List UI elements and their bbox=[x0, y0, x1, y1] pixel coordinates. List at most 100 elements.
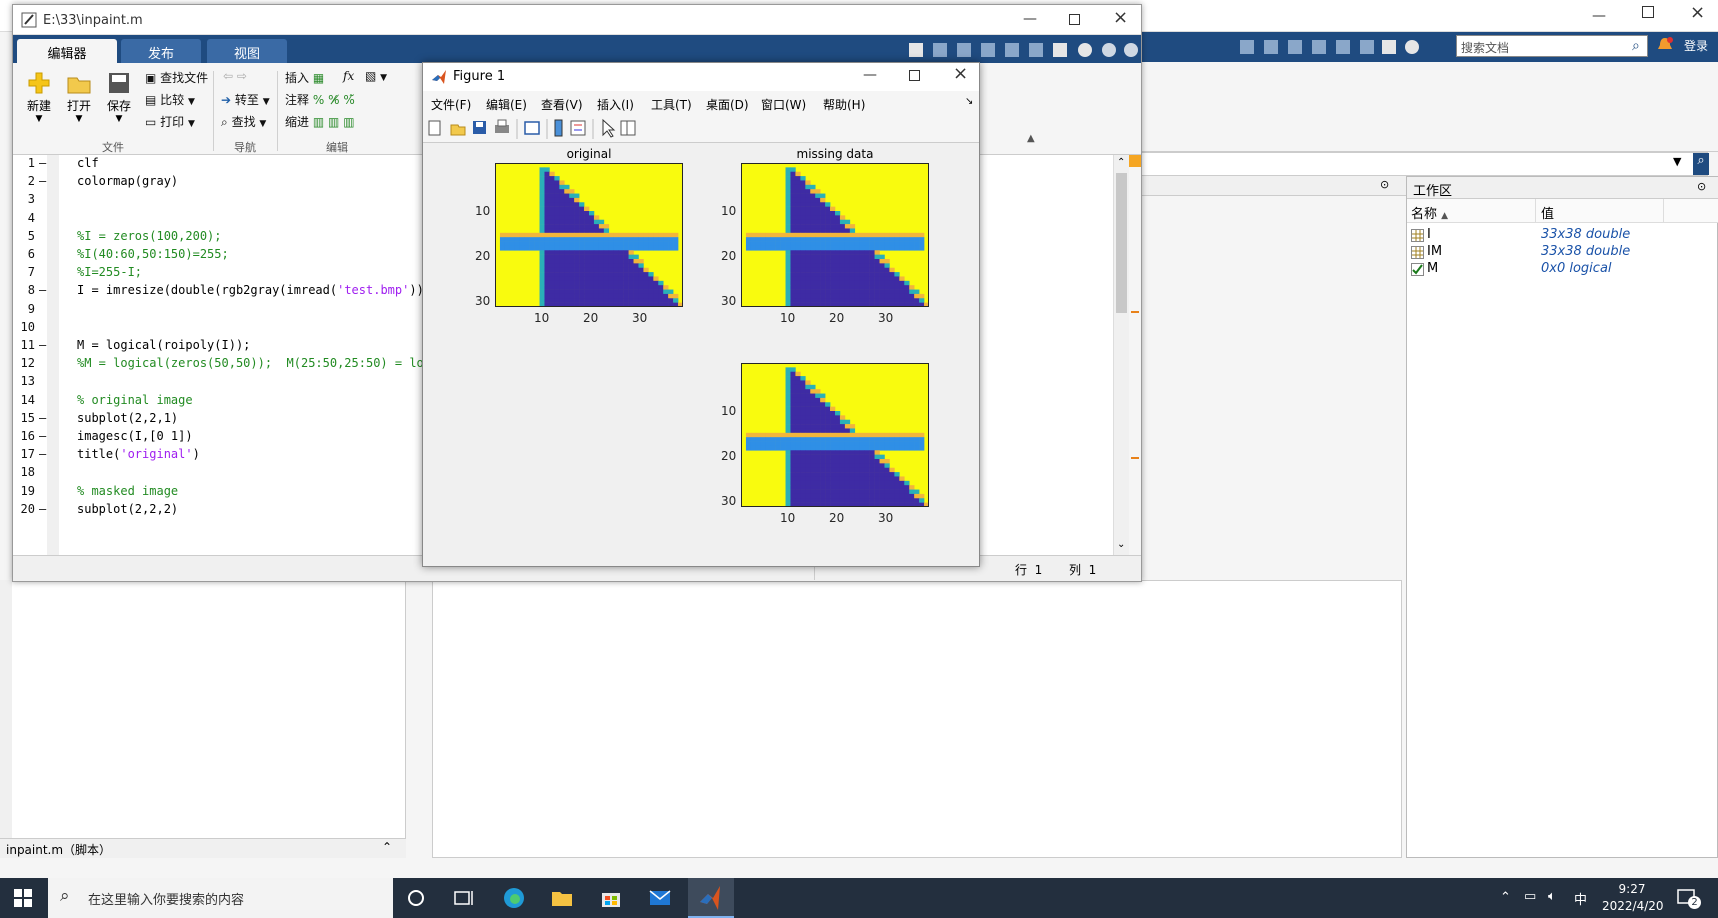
panel-menu-icon[interactable]: ⊙ bbox=[1380, 178, 1389, 191]
line-number[interactable]: 9 bbox=[13, 302, 35, 316]
menu-desktop[interactable]: 桌面(D) bbox=[706, 96, 749, 113]
line-number[interactable]: 3 bbox=[13, 192, 35, 206]
breakpoint-dash[interactable]: – bbox=[39, 156, 46, 170]
goto-button[interactable]: ➔ 转至 ▼ bbox=[221, 91, 270, 108]
code-line[interactable]: %I(40:60,50:150)=255; bbox=[77, 247, 229, 261]
line-number[interactable]: 14 bbox=[13, 393, 35, 407]
line-number[interactable]: 13 bbox=[13, 374, 35, 388]
editor-minimize-icon[interactable]: — bbox=[1023, 11, 1037, 27]
login-button[interactable]: 登录 bbox=[1684, 37, 1708, 54]
taskbar-search-box[interactable]: ⌕ 在这里输入你要搜索的内容 bbox=[48, 878, 393, 918]
scroll-thumb[interactable] bbox=[1116, 173, 1127, 313]
notification-center-icon[interactable]: 2 bbox=[1676, 888, 1702, 910]
windows-start-icon[interactable] bbox=[14, 889, 32, 907]
menu-view[interactable]: 查看(V) bbox=[541, 96, 583, 113]
code-line[interactable]: colormap(gray) bbox=[77, 174, 178, 188]
code-line[interactable]: subplot(2,2,1) bbox=[77, 411, 178, 425]
image-axes-missing-data[interactable] bbox=[741, 163, 929, 307]
menu-tools[interactable]: 工具(T) bbox=[651, 96, 692, 113]
line-number[interactable]: 15 bbox=[13, 411, 35, 425]
scroll-down-icon[interactable]: ⌄ bbox=[1117, 539, 1125, 550]
volume-icon[interactable]: 🔈︎ bbox=[1548, 889, 1556, 904]
store-icon[interactable] bbox=[599, 886, 623, 910]
breakpoint-dash[interactable]: – bbox=[39, 338, 46, 352]
compare-button[interactable]: ▤ 比较 ▼ bbox=[145, 91, 195, 108]
new-button[interactable]: 新建 ▼ bbox=[19, 69, 59, 124]
line-number[interactable]: 2 bbox=[13, 174, 35, 188]
warning-marker[interactable] bbox=[1131, 311, 1139, 313]
code-line[interactable]: I = imresize(double(rgb2gray(imread('tes… bbox=[77, 283, 438, 297]
breakpoint-dash[interactable]: – bbox=[39, 447, 46, 461]
notification-icon[interactable] bbox=[1656, 36, 1674, 54]
doc-search-input[interactable]: 搜索文档 bbox=[1456, 35, 1648, 57]
tab-view[interactable]: 视图 bbox=[207, 39, 287, 63]
figure-canvas[interactable]: original 10 20 30 10 20 30 missing data … bbox=[423, 143, 979, 566]
col-name-header[interactable]: 名称 ▲ bbox=[1411, 203, 1448, 222]
quick-access-toolbar[interactable] bbox=[1140, 38, 1420, 56]
editor-quick-access[interactable] bbox=[903, 41, 1139, 59]
code-line[interactable]: subplot(2,2,2) bbox=[77, 502, 178, 516]
find-files-button[interactable]: ▣ 查找文件 bbox=[145, 69, 208, 86]
minimize-icon[interactable]: — bbox=[1592, 8, 1606, 24]
browse-search-icon[interactable]: ⌕ bbox=[1693, 153, 1709, 175]
code-line[interactable]: title('original') bbox=[77, 447, 200, 461]
breakpoint-dash[interactable]: – bbox=[39, 174, 46, 188]
editor-title-bar[interactable]: E:\33\inpaint.m — × bbox=[13, 5, 1141, 35]
insert-button[interactable]: 插入 ▦ bbox=[285, 69, 324, 86]
analyzer-status-indicator[interactable] bbox=[1129, 155, 1141, 167]
line-number[interactable]: 18 bbox=[13, 465, 35, 479]
line-number[interactable]: 7 bbox=[13, 265, 35, 279]
current-folder-path[interactable]: ▼ ⌕ bbox=[1140, 152, 1709, 176]
line-number[interactable]: 5 bbox=[13, 229, 35, 243]
line-number[interactable]: 19 bbox=[13, 484, 35, 498]
mail-icon[interactable] bbox=[648, 886, 672, 910]
menu-dock-arrow-icon[interactable]: ↘ bbox=[965, 96, 973, 107]
workspace-row[interactable]: I 33x38 double bbox=[1407, 227, 1718, 244]
workspace-row[interactable]: M 0x0 logical bbox=[1407, 261, 1718, 278]
workspace-row[interactable]: IM 33x38 double bbox=[1407, 244, 1718, 261]
indent-button[interactable]: 缩进 ▥ ▥ ▥ bbox=[285, 113, 355, 130]
taskbar-clock[interactable]: 9:27 2022/4/20 bbox=[1602, 881, 1664, 915]
tab-editor[interactable]: 编辑器 bbox=[17, 39, 117, 63]
file-explorer-icon[interactable] bbox=[550, 886, 574, 910]
code-line[interactable]: M = logical(roipoly(I)); bbox=[77, 338, 250, 352]
column-divider[interactable] bbox=[1535, 199, 1536, 223]
find-button[interactable]: ⌕ 查找 ▼ bbox=[221, 113, 266, 130]
breakpoint-dash[interactable]: – bbox=[39, 429, 46, 443]
code-line[interactable]: %I=255-I; bbox=[77, 265, 142, 279]
tray-chevron-up-icon[interactable]: ⌃ bbox=[1500, 890, 1511, 905]
command-window[interactable] bbox=[432, 580, 1402, 858]
menu-edit[interactable]: 编辑(E) bbox=[486, 96, 527, 113]
print-button[interactable]: ▭ 打印 ▼ bbox=[145, 113, 195, 130]
editor-close-icon[interactable]: × bbox=[1113, 7, 1128, 28]
fx-button[interactable]: fx bbox=[343, 69, 354, 83]
menu-window[interactable]: 窗口(W) bbox=[761, 96, 806, 113]
line-number[interactable]: 10 bbox=[13, 320, 35, 334]
code-line[interactable]: imagesc(I,[0 1]) bbox=[77, 429, 193, 443]
line-number[interactable]: 17 bbox=[13, 447, 35, 461]
chevron-down-icon[interactable]: ▼ bbox=[1673, 155, 1681, 168]
image-axes-original[interactable] bbox=[495, 163, 683, 307]
close-icon[interactable]: × bbox=[1690, 2, 1705, 23]
image-axes-inpainted[interactable] bbox=[741, 363, 929, 507]
back-forward-arrows-icon[interactable]: ⇦ ⇨ bbox=[223, 69, 247, 83]
menu-file[interactable]: 文件(F) bbox=[431, 96, 471, 113]
maximize-icon[interactable] bbox=[1642, 6, 1654, 18]
line-number[interactable]: 20 bbox=[13, 502, 35, 516]
chevron-up-icon[interactable]: ⌃ bbox=[382, 840, 392, 854]
comment-button[interactable]: 注释 % %̸ %͂ bbox=[285, 91, 355, 108]
current-file-details[interactable]: inpaint.m（脚本） ⌃ bbox=[0, 838, 406, 858]
tab-publish[interactable]: 发布 bbox=[121, 39, 201, 63]
scroll-up-icon[interactable]: ⌃ bbox=[1117, 157, 1125, 168]
breakpoint-dash[interactable]: – bbox=[39, 411, 46, 425]
figure-title-bar[interactable]: Figure 1 — × bbox=[423, 63, 979, 91]
code-line[interactable]: % original image bbox=[77, 393, 193, 407]
code-line[interactable]: %M = logical(zeros(50,50)); M(25:50,25:5… bbox=[77, 356, 438, 370]
code-line[interactable]: %I = zeros(100,200); bbox=[77, 229, 222, 243]
open-button[interactable]: 打开 ▼ bbox=[59, 69, 99, 124]
workspace-panel[interactable]: 工作区 ⊙ 名称 ▲ 值 I 33x38 double IM 33x38 dou… bbox=[1406, 176, 1718, 858]
workspace-menu-icon[interactable]: ⊙ bbox=[1697, 180, 1706, 193]
line-number[interactable]: 16 bbox=[13, 429, 35, 443]
line-number[interactable]: 12 bbox=[13, 356, 35, 370]
search-icon[interactable]: ⌕ bbox=[1632, 38, 1640, 54]
